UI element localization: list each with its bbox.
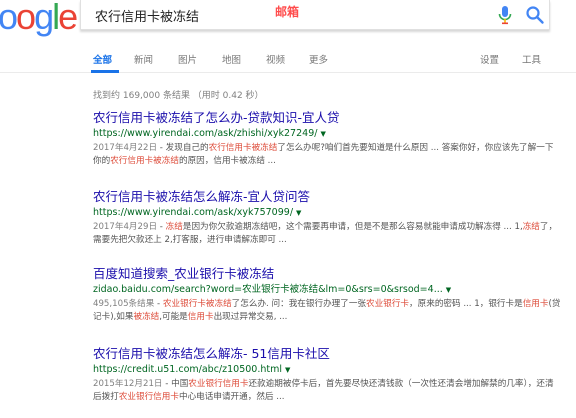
snippet-keyword: 农业银行卡被冻结 [162,299,232,309]
snippet-keyword: 农行信用卡被冻结 [208,143,278,153]
logo-letter: o [16,0,36,37]
snippet-keyword: 农业银行卡 [366,299,410,309]
result-title-link[interactable]: 百度知道搜索_农业银行卡被冻结 [93,266,563,282]
logo-letter: e [58,0,78,37]
snippet-text: 中心电话申请开通，然后 ... [178,391,285,402]
snippet-text: ,可能是 [159,311,188,322]
search-tabs: 全部 新闻 图片 地图 视频 更多 设置 工具 [0,38,576,73]
snippet-keyword: 信用卡 [522,299,549,309]
search-icon[interactable] [525,5,545,25]
logo-letter: g [34,0,54,37]
search-result: 百度知道搜索_农业银行卡被冻结 zidao.baidu.com/search?w… [93,266,563,323]
result-url: https://credit.u51.com/abc/z10500.html ▼ [93,363,563,377]
snippet-keyword: 农业银行信用卡 [188,379,249,389]
result-title-link[interactable]: 农行信用卡被冻结了怎么办-贷款知识-宜人贷 [93,110,563,126]
search-box[interactable]: 农行信用卡被冻结 邮箱 [80,0,550,30]
result-snippet: 2015年12月21日 - 中国农业银行信用卡还款逾期被停卡后，首先要尽快还清钱… [93,378,561,403]
result-url: https://www.yirendai.com/ask/zhishi/xyk2… [93,127,563,141]
search-result: 农行信用卡被冻结怎么解冻- 51信用卡社区 https://credit.u51… [93,346,563,403]
tab-more[interactable]: 更多 [309,52,328,66]
snippet-keyword: 冻结 [165,222,183,232]
snippet-date: 495,105条结果 [93,299,155,309]
tab-news[interactable]: 新闻 [134,52,153,66]
search-result: 农行信用卡被冻结了怎么办-贷款知识-宜人贷 https://www.yirend… [93,110,563,167]
snippet-text: - 发现自己的 [157,143,209,153]
snippet-text: ，原来的密码 ... 1，银行卡是 [409,299,523,309]
snippet-keyword: 冻结 [522,222,540,232]
snippet-text: - [157,222,166,232]
search-result: 农行信用卡被冻结怎么解冻-宜人贷问答 https://www.yirendai.… [93,189,563,246]
dropdown-arrow-icon[interactable]: ▼ [446,286,451,294]
dropdown-arrow-icon[interactable]: ▼ [285,366,290,374]
result-snippet: 2017年4月29日 - 冻结是因为你欠款逾期冻结吧，这个需要再申请，但是不是那… [93,221,561,246]
result-title-link[interactable]: 农行信用卡被冻结怎么解冻-宜人贷问答 [93,189,563,205]
header: oogle 农行信用卡被冻结 邮箱 [0,0,576,38]
tab-maps[interactable]: 地图 [222,52,241,66]
snippet-date: 2015年12月21日 [93,379,163,389]
snippet-text: 是因为你欠款逾期冻结吧，这个需要再申请，但是不是那么容易就能申请成功解冻得 ..… [182,222,523,232]
snippet-text: - [154,299,163,309]
dropdown-arrow-icon[interactable]: ▼ [320,130,325,138]
snippet-text: 的原因，信用卡被冻结 ... [178,155,276,166]
snippet-text: 了怎么办. 问：我在银行办理了一张 [231,299,367,309]
snippet-keyword: 农行信用卡被冻结 [110,155,179,166]
google-logo[interactable]: oogle [0,0,78,37]
result-snippet: 2017年4月22日 - 发现自己的农行信用卡被冻结了怎么办呢?咱们首先要知道是… [93,142,561,167]
tab-settings[interactable]: 设置 [480,52,499,66]
tab-images[interactable]: 图片 [178,52,197,66]
dropdown-arrow-icon[interactable]: ▼ [296,209,301,217]
result-snippet: 495,105条结果 - 农业银行卡被冻结了怎么办. 问：我在银行办理了一张农业… [93,298,561,323]
tab-tools[interactable]: 工具 [522,52,541,66]
annotation-label: 邮箱 [275,5,300,19]
snippet-date: 2017年4月22日 [93,143,158,153]
snippet-keyword: 农业银行信用卡 [118,391,179,402]
active-tab-indicator [91,70,119,73]
snippet-keyword: 信用卡 [187,311,214,322]
search-input[interactable]: 农行信用卡被冻结 [95,6,199,25]
snippet-keyword: 被冻结 [133,311,160,322]
result-stats: 找到约 169,000 条结果 （用时 0.42 秒） [93,91,264,101]
result-url: https://www.yirendai.com/ask/xyk757099/▼ [93,206,563,220]
result-url-text: https://www.yirendai.com/ask/xyk757099/ [93,207,294,218]
result-url-text: https://www.yirendai.com/ask/zhishi/xyk2… [93,128,318,139]
mic-icon[interactable] [497,5,513,25]
tab-all[interactable]: 全部 [93,52,112,66]
snippet-text: - 中国 [162,379,189,389]
logo-letter: o [0,0,18,37]
snippet-date: 2017年4月29日 [93,222,158,232]
tab-videos[interactable]: 视频 [266,52,285,66]
result-url: zidao.baidu.com/search?word=农业银行卡被冻结&lm=… [93,283,563,297]
result-title-link[interactable]: 农行信用卡被冻结怎么解冻- 51信用卡社区 [93,346,563,362]
snippet-text: 出现过异常交易, ... [213,311,288,322]
result-url-text: zidao.baidu.com/search?word=农业银行卡被冻结&lm=… [93,284,443,295]
result-url-text: https://credit.u51.com/abc/z10500.html [93,364,282,375]
